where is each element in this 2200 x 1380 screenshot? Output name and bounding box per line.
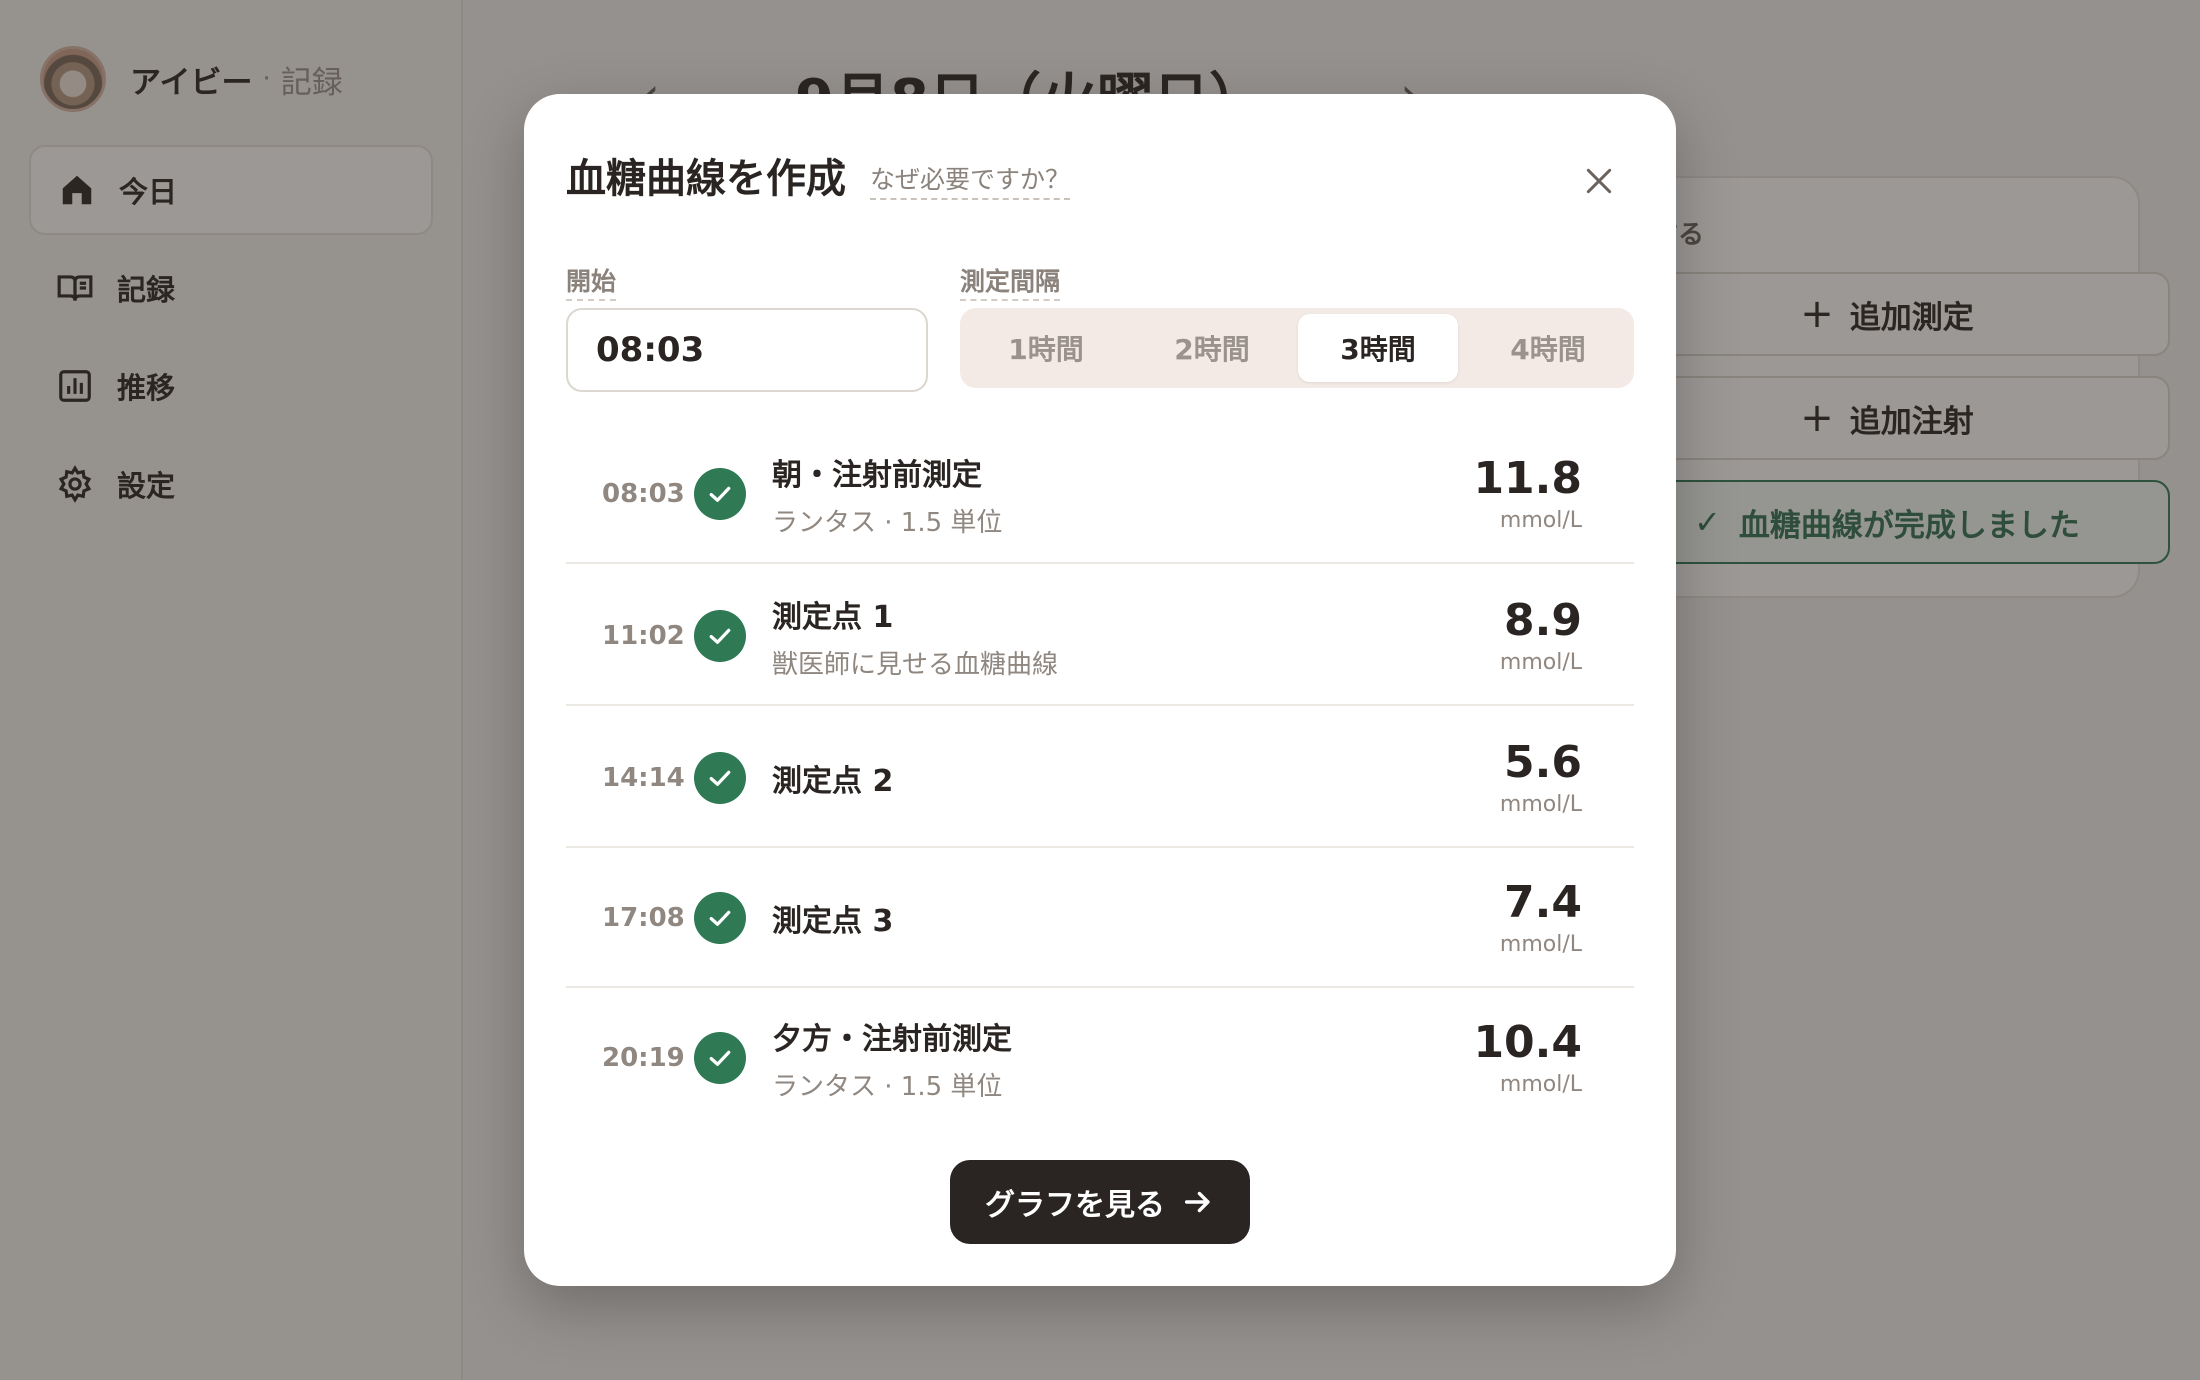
row-value: 8.9 mmol/L	[1500, 566, 1582, 706]
glucose-value: 7.4	[1504, 877, 1582, 929]
row-text: 朝・注射前測定 ランタス · 1.5 単位	[772, 424, 1002, 564]
glucose-unit: mmol/L	[1499, 1071, 1582, 1097]
row-value: 11.8 mmol/L	[1473, 424, 1582, 564]
view-graph-label: グラフを見る	[985, 1188, 1165, 1223]
create-curve-modal: 血糖曲線を作成 なぜ必要ですか？ 開始 測定間隔 1時間 2時間 3時間 4時間…	[524, 94, 1676, 1286]
list-item[interactable]: 20:19 夕方・注射前測定 ランタス · 1.5 単位 10.4 mmol/L	[566, 988, 1634, 1128]
close-icon	[1586, 168, 1612, 194]
interval-label: 測定間隔	[960, 262, 1061, 301]
row-value: 5.6 mmol/L	[1500, 708, 1582, 848]
why-needed-link[interactable]: なぜ必要ですか？	[870, 160, 1071, 200]
row-subtitle: ランタス · 1.5 単位	[772, 507, 1003, 538]
list-item[interactable]: 11:02 測定点 1 獣医師に見せる血糖曲線 8.9 mmol/L	[566, 566, 1634, 706]
interval-option-4h[interactable]: 4時間	[1468, 314, 1628, 382]
row-title: 測定点 1	[772, 599, 894, 635]
row-title: 朝・注射前測定	[772, 457, 982, 493]
interval-option-3h[interactable]: 3時間	[1298, 314, 1458, 382]
check-icon	[694, 610, 746, 662]
row-subtitle: ランタス · 1.5 単位	[772, 1071, 1003, 1102]
view-graph-button[interactable]: グラフを見る	[950, 1160, 1250, 1244]
interval-segmented-control: 1時間 2時間 3時間 4時間	[960, 308, 1634, 388]
check-icon	[694, 468, 746, 520]
row-title: 測定点 3	[772, 904, 894, 939]
start-time-input[interactable]	[566, 308, 928, 392]
row-title: 夕方・注射前測定	[772, 1021, 1012, 1057]
glucose-unit: mmol/L	[1499, 791, 1582, 817]
row-time: 14:14	[602, 763, 685, 793]
check-icon	[694, 752, 746, 804]
glucose-value: 5.6	[1504, 737, 1582, 789]
row-time: 17:08	[602, 903, 685, 933]
glucose-unit: mmol/L	[1499, 507, 1582, 533]
arrow-right-icon	[1184, 1191, 1210, 1213]
start-label: 開始	[566, 262, 617, 301]
glucose-unit: mmol/L	[1499, 649, 1582, 675]
row-time: 08:03	[602, 479, 685, 509]
list-item[interactable]: 14:14 測定点 2 5.6 mmol/L	[566, 708, 1634, 848]
row-time: 11:02	[602, 621, 685, 651]
interval-option-2h[interactable]: 2時間	[1132, 314, 1292, 382]
row-text: 夕方・注射前測定 ランタス · 1.5 単位	[772, 988, 1012, 1128]
interval-option-1h[interactable]: 1時間	[966, 314, 1126, 382]
row-text: 測定点 2	[772, 708, 893, 848]
glucose-value: 8.9	[1504, 595, 1582, 647]
glucose-value: 10.4	[1473, 1017, 1582, 1069]
glucose-unit: mmol/L	[1499, 931, 1582, 957]
row-subtitle: 獣医師に見せる血糖曲線	[772, 649, 1059, 680]
check-icon	[694, 892, 746, 944]
check-icon	[694, 1032, 746, 1084]
close-button[interactable]	[1572, 154, 1626, 208]
row-time: 20:19	[602, 1043, 685, 1073]
modal-title: 血糖曲線を作成	[566, 156, 846, 202]
list-item[interactable]: 17:08 測定点 3 7.4 mmol/L	[566, 848, 1634, 988]
list-item[interactable]: 08:03 朝・注射前測定 ランタス · 1.5 単位 11.8 mmol/L	[566, 424, 1634, 564]
row-value: 7.4 mmol/L	[1500, 848, 1582, 988]
row-value: 10.4 mmol/L	[1473, 988, 1582, 1128]
row-title: 測定点 2	[772, 764, 894, 799]
glucose-value: 11.8	[1473, 453, 1582, 505]
row-text: 測定点 1 獣医師に見せる血糖曲線	[772, 566, 1058, 706]
row-text: 測定点 3	[772, 848, 893, 988]
